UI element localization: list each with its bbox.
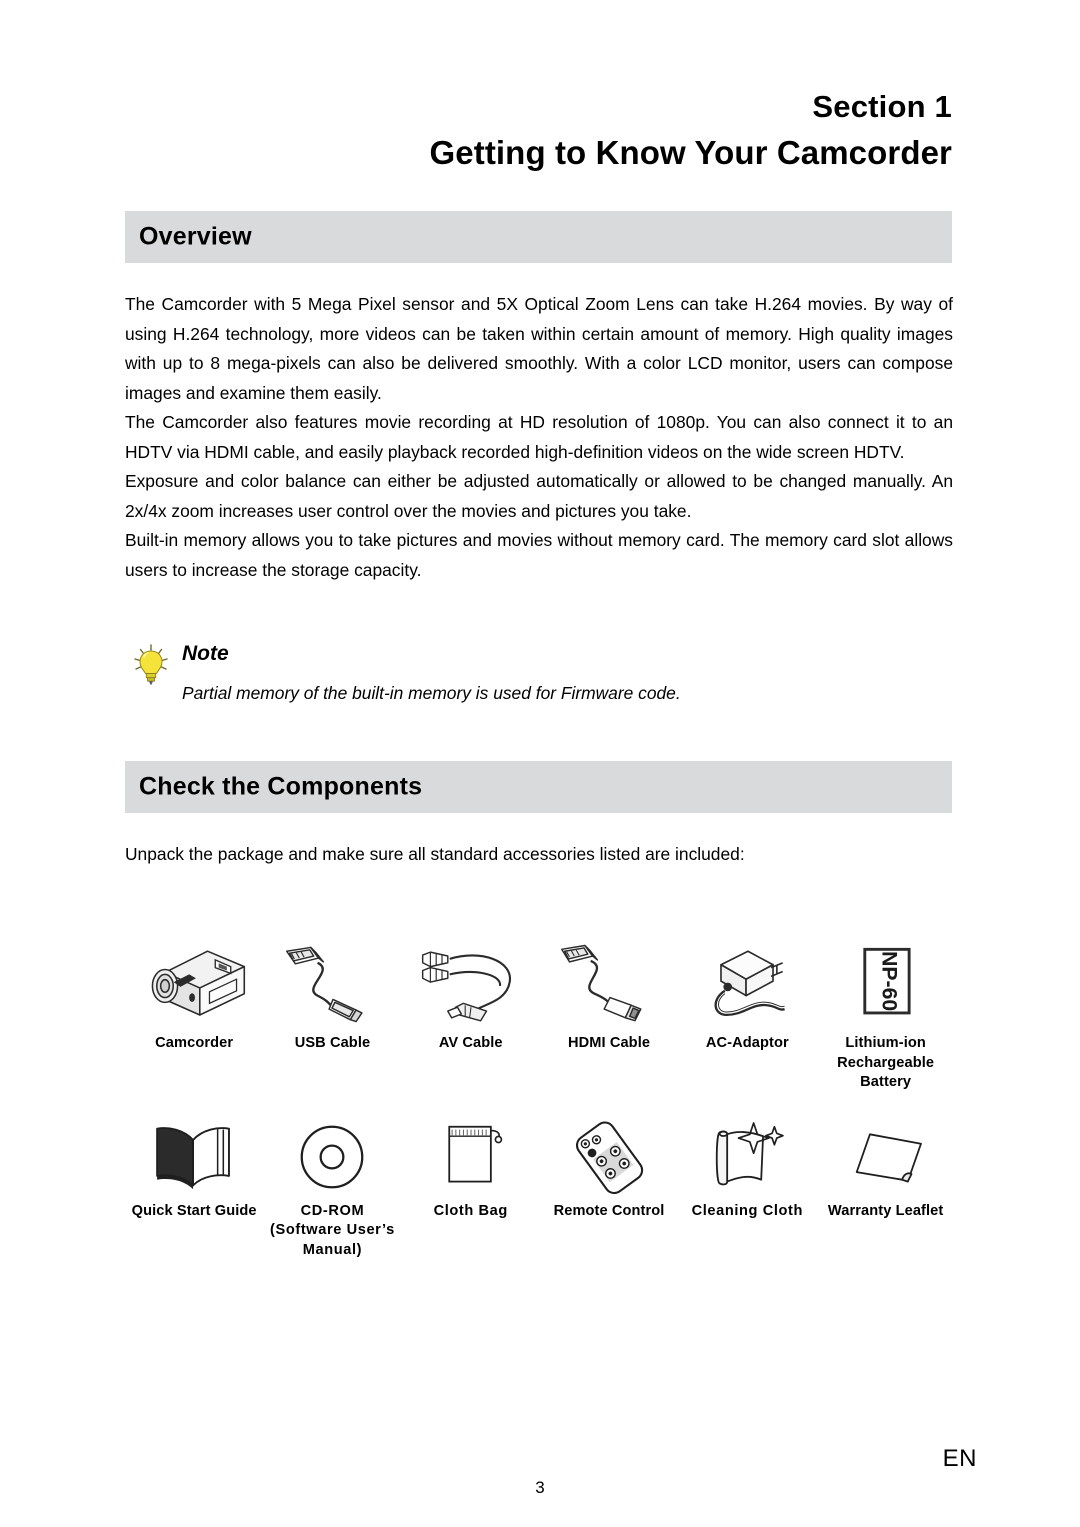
overview-heading-bar: Overview [125, 211, 952, 263]
component-item-cd-rom: CD-ROM (Software User’s Manual) [263, 1115, 401, 1261]
av-cable-icon [405, 935, 537, 1027]
cleaning-cloth-icon [681, 1115, 813, 1195]
component-item-cloth-bag: Cloth Bag [402, 1115, 540, 1222]
component-label: CD-ROM (Software User’s Manual) [270, 1202, 395, 1258]
overview-paragraph-1: The Camcorder with 5 Mega Pixel sensor a… [125, 294, 953, 403]
component-item-hdmi-cable: HDMI Cable [540, 935, 678, 1054]
components-intro-text: Unpack the package and make sure all sta… [125, 844, 745, 864]
battery-icon: NP-60 [820, 935, 952, 1027]
remote-control-icon [543, 1115, 675, 1195]
component-item-usb-cable: USB Cable [263, 935, 401, 1054]
footer-page-number: 3 [535, 1478, 545, 1497]
components-heading-bar: Check the Components [125, 761, 952, 813]
components-heading-label: Check the Components [139, 772, 423, 801]
component-item-ac-adaptor: AC-Adaptor [678, 935, 816, 1054]
component-label: AV Cable [438, 1035, 503, 1051]
component-label: Remote Control [553, 1202, 665, 1219]
section-number: Section 1 [812, 89, 952, 124]
component-item-av-cable: AV Cable [402, 935, 540, 1054]
component-item-remote-control: Remote Control [540, 1115, 678, 1222]
overview-heading-label: Overview [139, 222, 252, 251]
document-page: Section 1 Getting to Know Your Camcorder… [0, 0, 1080, 1527]
components-row: Quick Start Guide CD-ROM (Software User’… [125, 1115, 955, 1261]
component-item-battery: NP-60 Lithium-ion Rechargeable Battery [816, 935, 954, 1093]
battery-model-text: NP-60 [877, 951, 900, 1011]
footer-language: EN [942, 1445, 977, 1472]
component-label: Cloth Bag [433, 1202, 508, 1219]
component-item-warranty-leaflet: Warranty Leaflet [816, 1115, 954, 1222]
component-label: Lithium-ion Rechargeable Battery [837, 1035, 935, 1090]
components-grid: Camcorder USB Cable AV Cable HDMI Cable … [125, 935, 955, 1260]
camcorder-icon [128, 935, 260, 1027]
cloth-bag-icon [405, 1115, 537, 1195]
overview-paragraph-2: The Camcorder also features movie record… [125, 412, 953, 462]
component-label: Quick Start Guide [131, 1202, 257, 1219]
cd-rom-icon [266, 1115, 398, 1195]
book-icon [128, 1115, 260, 1195]
component-label: AC-Adaptor [705, 1035, 789, 1051]
component-label: Camcorder [155, 1035, 234, 1051]
note-title: Note [182, 642, 229, 665]
warranty-leaflet-icon [820, 1115, 952, 1195]
note-text: Partial memory of the built-in memory is… [182, 683, 681, 703]
component-item-cleaning-cloth: Cleaning Cloth [678, 1115, 816, 1222]
usb-cable-icon [266, 935, 398, 1027]
hdmi-cable-icon [543, 935, 675, 1027]
component-label: Warranty Leaflet [827, 1202, 944, 1219]
component-item-quick-start-guide: Quick Start Guide [125, 1115, 263, 1222]
component-label: Cleaning Cloth [691, 1202, 804, 1219]
component-label: USB Cable [294, 1035, 371, 1051]
component-label: HDMI Cable [567, 1035, 651, 1051]
section-header: Section 1 Getting to Know Your Camcorder [125, 86, 952, 176]
component-item-camcorder: Camcorder [125, 935, 263, 1054]
overview-paragraph-3: Exposure and color balance can either be… [125, 471, 953, 521]
ac-adaptor-icon [681, 935, 813, 1027]
page-title: Getting to Know Your Camcorder [429, 134, 952, 171]
components-row: Camcorder USB Cable AV Cable HDMI Cable … [125, 935, 955, 1093]
overview-paragraph-4: Built-in memory allows you to take pictu… [125, 530, 953, 580]
lightbulb-icon [131, 644, 171, 686]
